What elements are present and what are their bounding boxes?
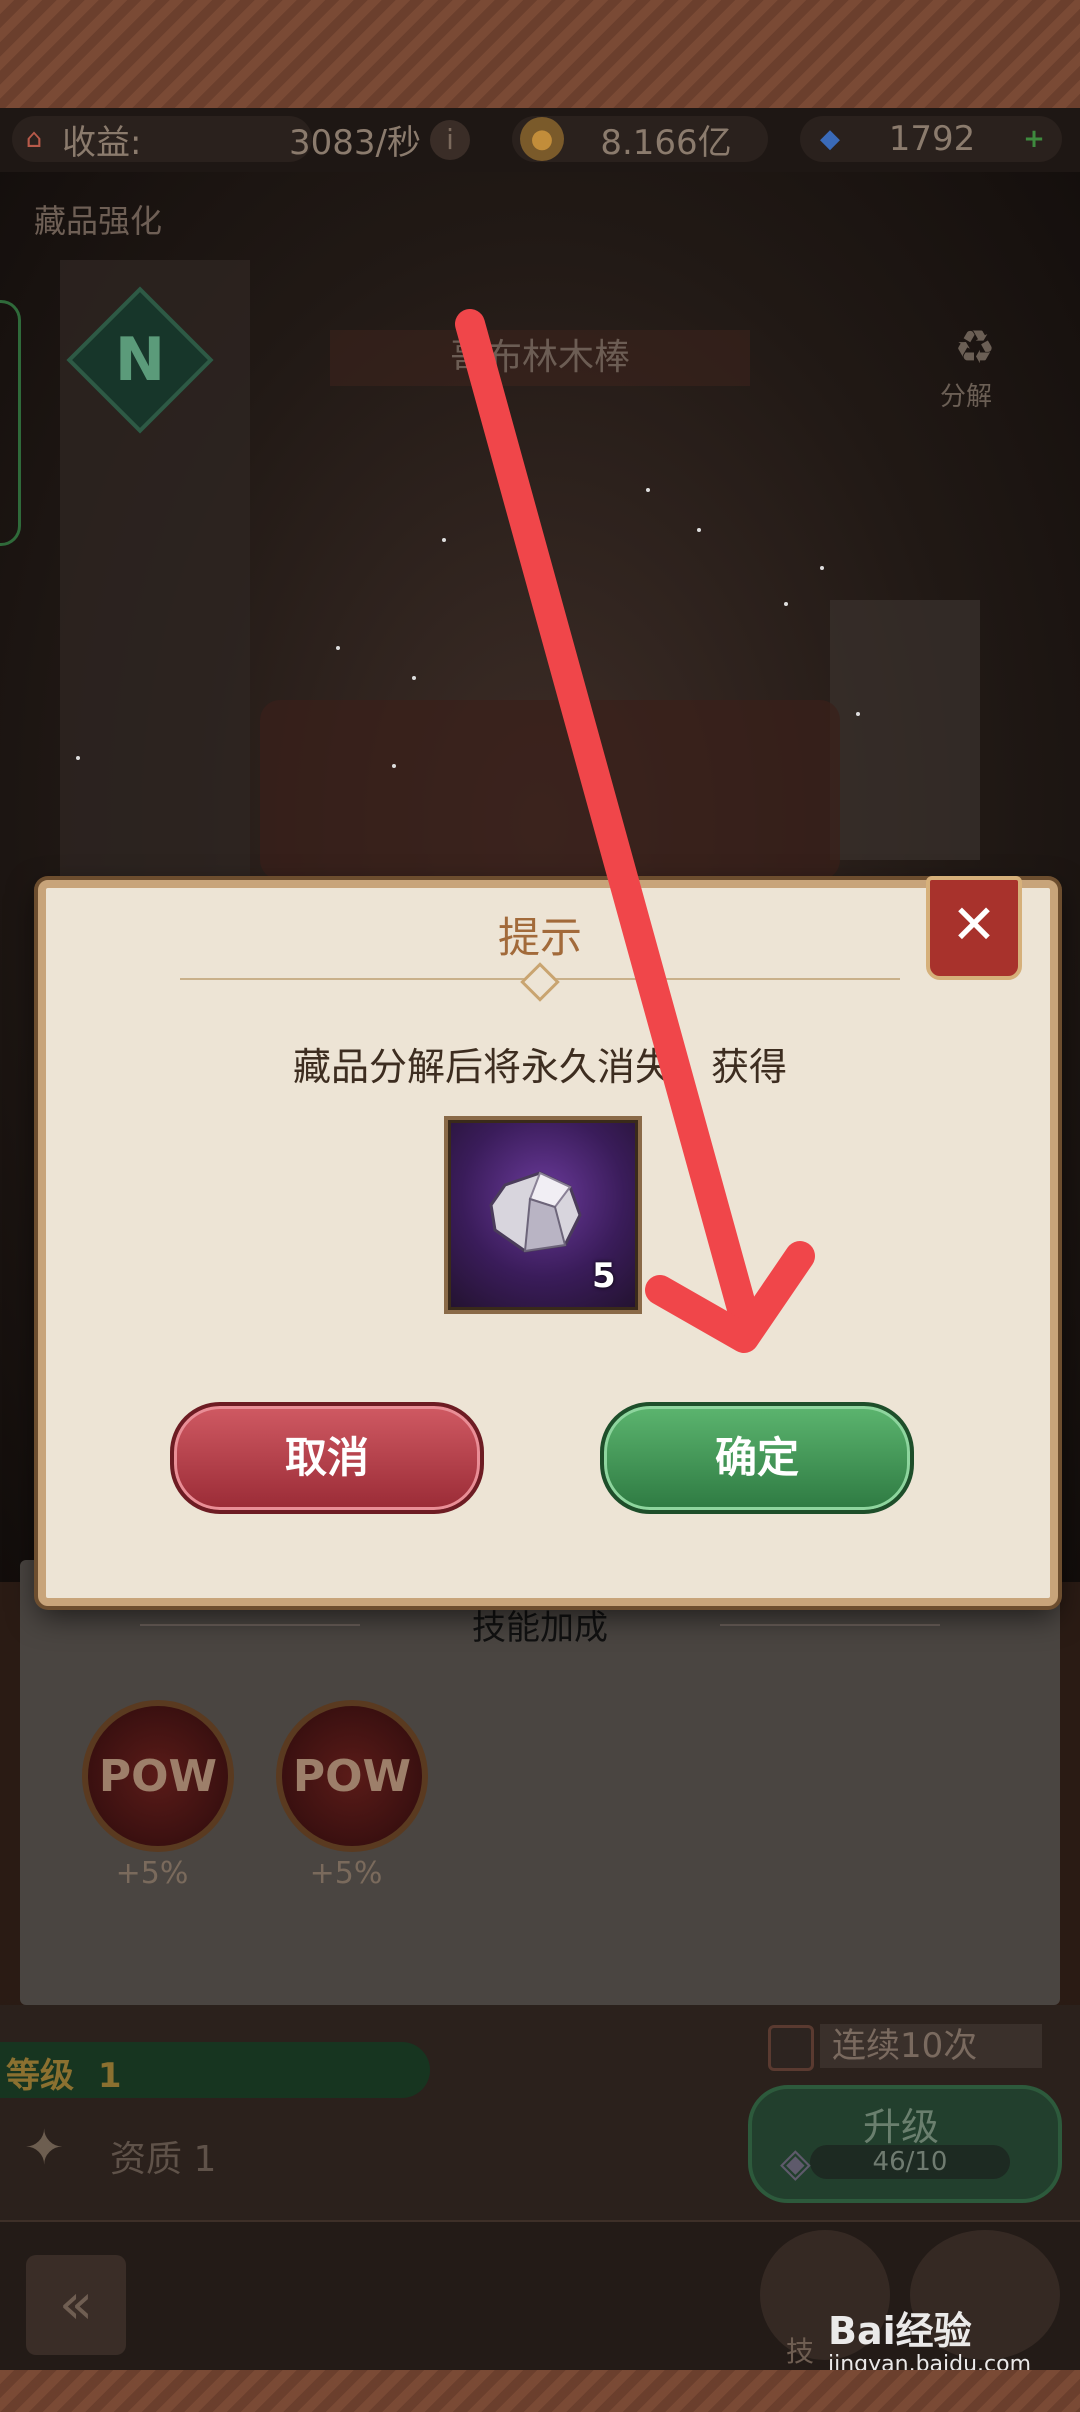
coins-value: 8.166亿	[600, 122, 732, 163]
income-label: 收益:	[62, 122, 142, 163]
stone-icon: ◈	[780, 2140, 811, 2186]
quality-star-icon: ✦	[24, 2120, 65, 2176]
house-icon: ⌂	[25, 124, 43, 154]
info-icon[interactable]: i	[430, 120, 470, 160]
curtain-right	[830, 600, 980, 860]
back-arrow-icon[interactable]: «	[26, 2255, 126, 2355]
top-wood-border	[0, 0, 1080, 112]
sparkle	[697, 528, 701, 532]
gems-value: 1792	[888, 119, 976, 159]
skill-item[interactable]: POW +5%	[82, 1700, 234, 1900]
cancel-button[interactable]: 取消	[170, 1402, 484, 1514]
pow-icon: POW	[82, 1700, 234, 1852]
sparkle	[820, 566, 824, 570]
consecutive-label[interactable]: 连续10次	[820, 2024, 1042, 2068]
decompose-label[interactable]: 分解	[940, 376, 992, 413]
bottom-wood-border	[0, 2370, 1080, 2412]
reward-count: 5	[592, 1256, 616, 1296]
skill-bonus: +5%	[115, 1856, 189, 1891]
sparkle	[442, 538, 446, 542]
pow-icon: POW	[276, 1700, 428, 1852]
skill-item[interactable]: POW +5%	[276, 1700, 428, 1900]
watermark-brand: Bai经验	[828, 2309, 972, 2353]
sparkle	[76, 756, 80, 760]
gem-icon: ◆	[820, 124, 840, 154]
stone-material-icon	[489, 1171, 582, 1253]
coins-pill: ● 8.166亿	[512, 116, 768, 163]
gems-pill: ◆ 1792 +	[800, 116, 1062, 162]
level-label: 等级 1	[6, 2056, 122, 2096]
add-gems-icon[interactable]: +	[1012, 117, 1056, 161]
sparkle	[784, 602, 788, 606]
sparkle	[856, 712, 860, 716]
page-title: 藏品强化	[34, 202, 163, 240]
quality-label: 资质 1	[110, 2139, 217, 2180]
sparkle	[412, 676, 416, 680]
sparkle	[392, 764, 396, 768]
display-table	[260, 700, 840, 880]
item-name: 哥布林木棒	[330, 330, 750, 386]
coin-icon: ●	[520, 117, 564, 161]
close-icon[interactable]: ✕	[926, 876, 1022, 980]
skill-bonus: +5%	[309, 1856, 383, 1891]
level-value: 1	[97, 2056, 122, 2096]
confirm-button[interactable]: 确定	[600, 1402, 914, 1514]
dialog-message: 藏品分解后将永久消失，获得	[292, 1045, 787, 1089]
side-tab[interactable]	[0, 300, 21, 546]
sparkle	[336, 646, 340, 650]
upgrade-progress: 46/10	[810, 2145, 1010, 2179]
consecutive-checkbox[interactable]	[768, 2025, 814, 2071]
skill-tab-label[interactable]: 技	[786, 2330, 814, 2370]
dialog-title: 提示	[497, 913, 582, 962]
sparkle	[646, 488, 650, 492]
skills-title: 技能加成	[472, 1608, 608, 1648]
